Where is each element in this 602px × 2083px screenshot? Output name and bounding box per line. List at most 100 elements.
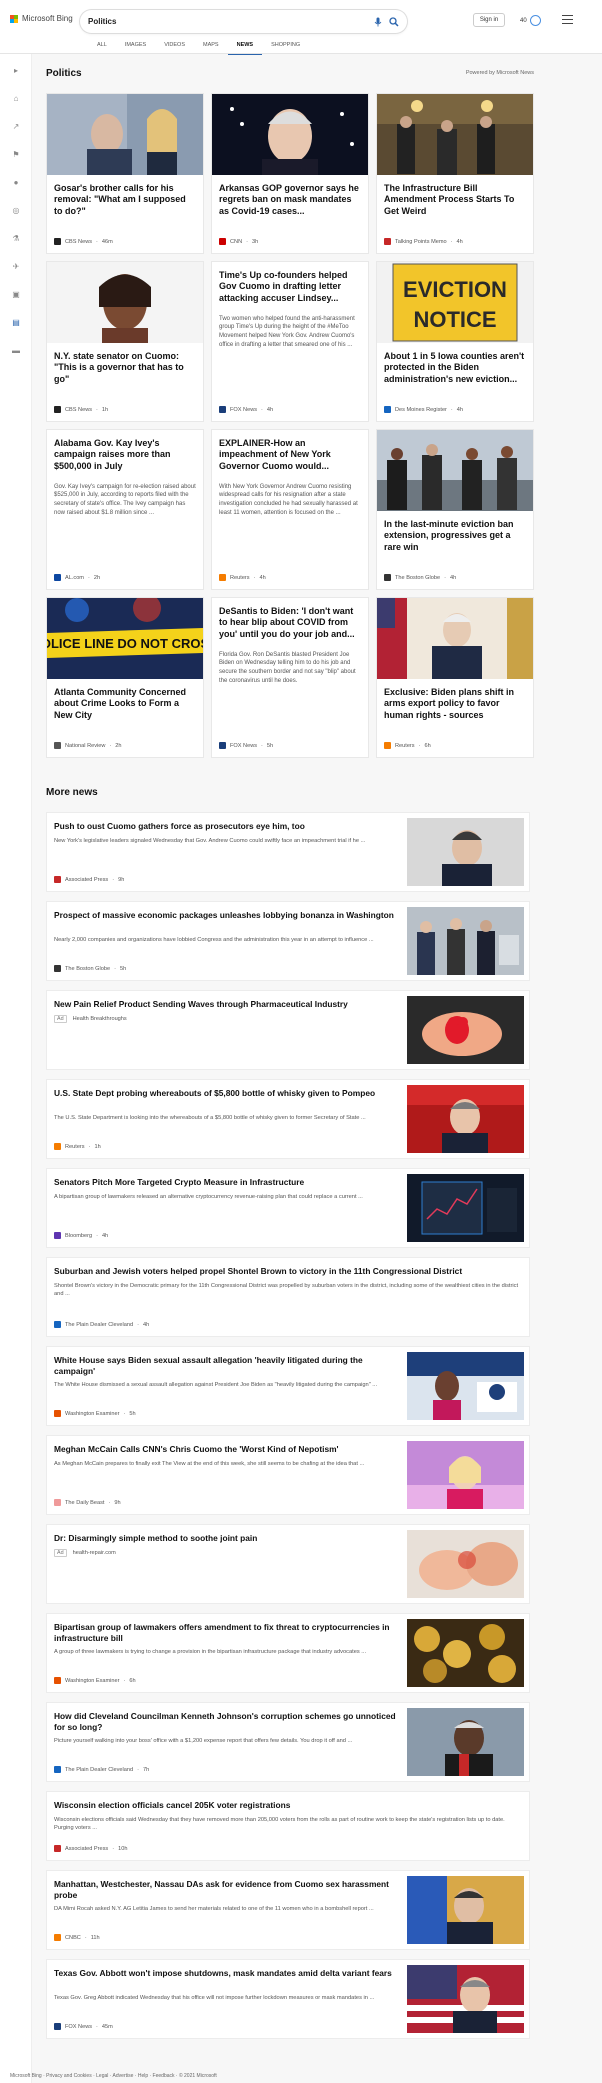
news-card[interactable]: In the last-minute eviction ban extensio… — [376, 429, 534, 590]
card-title[interactable]: Atlanta Community Concerned about Crime … — [47, 679, 203, 721]
sidebar-item-local[interactable]: ● — [0, 176, 32, 190]
news-card[interactable]: Gosar's brother calls for his removal: "… — [46, 93, 204, 254]
more-news-item[interactable]: Wisconsin election officials cancel 205K… — [46, 1791, 530, 1861]
more-news-title-link[interactable]: Wisconsin election officials cancel 205K… — [54, 1800, 522, 1811]
more-news-item[interactable]: Push to oust Cuomo gathers force as pros… — [46, 812, 530, 892]
more-news-thumbnail[interactable] — [407, 996, 524, 1064]
card-source: CBS News · 1h — [54, 406, 108, 413]
search-icon[interactable] — [389, 16, 399, 27]
more-news-title-link[interactable]: White House says Biden sexual assault al… — [54, 1355, 400, 1376]
more-news-thumbnail[interactable] — [407, 818, 524, 886]
more-news-item[interactable]: U.S. State Dept probing whereabouts of $… — [46, 1079, 530, 1159]
more-news-thumbnail[interactable] — [407, 1530, 524, 1598]
more-news-item[interactable]: How did Cleveland Councilman Kenneth Joh… — [46, 1702, 530, 1782]
more-news-item[interactable]: Dr: Disarmingly simple method to soothe … — [46, 1524, 530, 1604]
rewards-button[interactable]: 40 — [520, 15, 541, 26]
top-header: Microsoft Bing Politics ALL IMAGES VIDEO… — [0, 0, 602, 55]
sidebar-item-technology[interactable]: ⚗ — [0, 232, 32, 246]
more-news-title-link[interactable]: How did Cleveland Councilman Kenneth Joh… — [54, 1711, 400, 1732]
sidebar-item-politics[interactable]: ▤ — [0, 316, 32, 330]
news-card[interactable]: Time's Up co-founders helped Gov Cuomo i… — [211, 261, 369, 422]
news-card[interactable]: POLICE LINE DO NOT CROSS Atlanta Communi… — [46, 597, 204, 758]
more-news-title-link[interactable]: Push to oust Cuomo gathers force as pros… — [54, 821, 400, 832]
more-news-item[interactable]: Manhattan, Westchester, Nassau DAs ask f… — [46, 1870, 530, 1950]
search-input[interactable]: Politics — [88, 17, 373, 26]
tab-all[interactable]: ALL — [88, 40, 116, 55]
card-title[interactable]: Exclusive: Biden plans shift in arms exp… — [377, 679, 533, 721]
more-news-title-link[interactable]: Manhattan, Westchester, Nassau DAs ask f… — [54, 1879, 400, 1900]
search-box[interactable]: Politics — [80, 10, 407, 33]
microphone-icon[interactable] — [373, 17, 383, 27]
card-title[interactable]: About 1 in 5 Iowa counties aren't protec… — [377, 343, 533, 385]
sidebar-item-home[interactable]: ⌂ — [0, 92, 32, 106]
more-news-title-link[interactable]: Bipartisan group of lawmakers offers ame… — [54, 1622, 400, 1643]
more-news-item[interactable]: Senators Pitch More Targeted Crypto Meas… — [46, 1168, 530, 1248]
more-news-item[interactable]: White House says Biden sexual assault al… — [46, 1346, 530, 1426]
source-name[interactable]: health-repair.com — [73, 1550, 116, 1556]
sidebar-item-world[interactable]: ◎ — [0, 204, 32, 218]
more-news-item[interactable]: Texas Gov. Abbott won't impose shutdowns… — [46, 1959, 530, 2039]
news-card[interactable]: Arkansas GOP governor says he regrets ba… — [211, 93, 369, 254]
more-news-thumbnail[interactable] — [407, 1965, 524, 2033]
sidebar-expand-button[interactable]: ▸ — [0, 64, 32, 78]
sidebar-item-science[interactable]: ✈ — [0, 260, 32, 274]
more-news-thumbnail[interactable] — [407, 1352, 524, 1420]
news-card[interactable]: The Infrastructure Bill Amendment Proces… — [376, 93, 534, 254]
more-news-thumbnail[interactable] — [407, 1619, 524, 1687]
news-card[interactable]: EXPLAINER-How an impeachment of New York… — [211, 429, 369, 590]
card-title[interactable]: Arkansas GOP governor says he regrets ba… — [212, 175, 368, 217]
more-news-item[interactable]: New Pain Relief Product Sending Waves th… — [46, 990, 530, 1070]
more-news-source: Ad Health Breakthroughs — [54, 1014, 127, 1023]
card-title[interactable]: EXPLAINER-How an impeachment of New York… — [212, 430, 368, 472]
news-card[interactable]: EVICTION NOTICE About 1 in 5 Iowa countie… — [376, 261, 534, 422]
more-news-title-link[interactable]: Dr: Disarmingly simple method to soothe … — [54, 1533, 400, 1544]
card-snippet: Two women who helped found the anti-hara… — [219, 315, 355, 348]
more-news-title-link[interactable]: Meghan McCain Calls CNN's Chris Cuomo th… — [54, 1444, 400, 1455]
news-card[interactable]: N.Y. state senator on Cuomo: "This is a … — [46, 261, 204, 422]
more-news-snippet: Texas Gov. Greg Abbott indicated Wednesd… — [54, 1995, 375, 2002]
sign-in-button[interactable]: Sign in — [473, 13, 505, 27]
card-title[interactable]: The Infrastructure Bill Amendment Proces… — [377, 175, 533, 217]
card-title[interactable]: Time's Up co-founders helped Gov Cuomo i… — [212, 262, 368, 304]
tab-maps[interactable]: MAPS — [194, 40, 228, 55]
tab-videos[interactable]: VIDEOS — [155, 40, 194, 55]
more-news-item[interactable]: Suburban and Jewish voters helped propel… — [46, 1257, 530, 1337]
more-news-title-link[interactable]: Suburban and Jewish voters helped propel… — [54, 1266, 522, 1277]
card-title[interactable]: N.Y. state senator on Cuomo: "This is a … — [47, 343, 203, 385]
more-news-title-link[interactable]: Texas Gov. Abbott won't impose shutdowns… — [54, 1968, 400, 1979]
sidebar-item-us[interactable]: ⚑ — [0, 148, 32, 162]
tab-news[interactable]: NEWS — [227, 40, 263, 55]
news-card[interactable]: Alabama Gov. Kay Ivey's campaign raises … — [46, 429, 204, 590]
more-news-thumbnail[interactable] — [407, 1085, 524, 1153]
bing-logo[interactable]: Microsoft Bing — [10, 14, 73, 23]
more-news-thumbnail[interactable] — [407, 1441, 524, 1509]
more-news-thumbnail[interactable] — [407, 907, 524, 975]
more-news-title-link[interactable]: New Pain Relief Product Sending Waves th… — [54, 999, 400, 1010]
sidebar-item-entertainment[interactable]: ▣ — [0, 288, 32, 302]
tab-images[interactable]: IMAGES — [116, 40, 155, 55]
news-card[interactable]: Exclusive: Biden plans shift in arms exp… — [376, 597, 534, 758]
more-news-title-link[interactable]: Prospect of massive economic packages un… — [54, 910, 400, 921]
hamburger-menu-icon[interactable] — [562, 15, 573, 24]
more-news-item[interactable]: Meghan McCain Calls CNN's Chris Cuomo th… — [46, 1435, 530, 1515]
more-news-thumbnail[interactable] — [407, 1174, 524, 1242]
more-news-title-link[interactable]: U.S. State Dept probing whereabouts of $… — [54, 1088, 400, 1099]
card-title[interactable]: Gosar's brother calls for his removal: "… — [47, 175, 203, 217]
sidebar-item-money[interactable]: ▬ — [0, 344, 32, 358]
more-news-item[interactable]: Bipartisan group of lawmakers offers ame… — [46, 1613, 530, 1693]
source-logo-icon — [54, 1410, 61, 1417]
card-title[interactable]: Alabama Gov. Kay Ivey's campaign raises … — [47, 430, 203, 472]
more-news-thumbnail[interactable] — [407, 1876, 524, 1944]
source-name[interactable]: Health Breakthroughs — [73, 1016, 127, 1022]
more-news-title-link[interactable]: Senators Pitch More Targeted Crypto Meas… — [54, 1177, 400, 1188]
more-news-thumbnail[interactable] — [407, 1708, 524, 1776]
section-title: Politics — [46, 68, 82, 79]
chevron-right-icon: ▸ — [13, 66, 18, 75]
card-title[interactable]: In the last-minute eviction ban extensio… — [377, 511, 533, 553]
sidebar-item-trending[interactable]: ↗ — [0, 120, 32, 134]
card-snippet: Florida Gov. Ron DeSantis blasted Presid… — [219, 651, 356, 684]
tab-shopping[interactable]: SHOPPING — [262, 40, 309, 55]
card-title[interactable]: DeSantis to Biden: 'I don't want to hear… — [212, 598, 368, 640]
more-news-item[interactable]: Prospect of massive economic packages un… — [46, 901, 530, 981]
news-card[interactable]: DeSantis to Biden: 'I don't want to hear… — [211, 597, 369, 758]
